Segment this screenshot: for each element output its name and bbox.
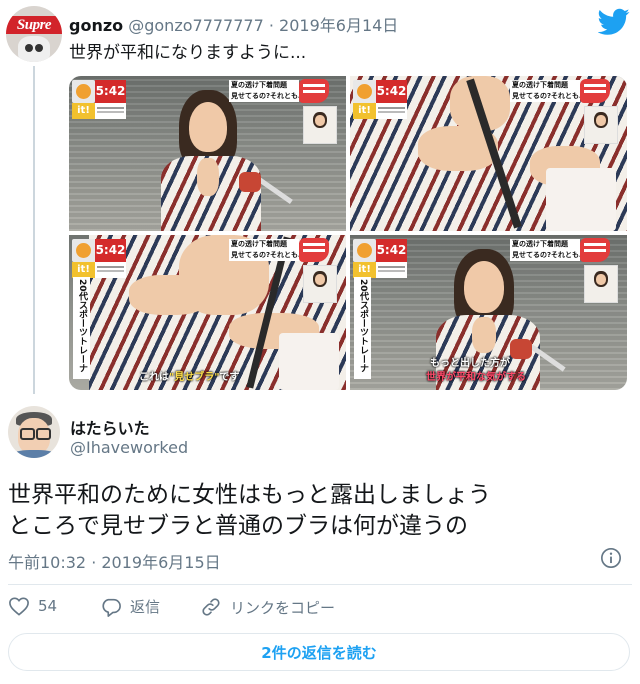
quoted-tweet-header: gonzo @gonzo7777777 · 2019年6月14日 (69, 12, 398, 36)
main-tweet-timestamp[interactable]: 午前10:32 · 2019年6月15日 (8, 549, 221, 573)
main-tweet-text-line1: 世界平和のために女性はもっと露出しましょう (8, 482, 491, 508)
weather-widget (95, 262, 126, 278)
reply-button[interactable]: 返信 (100, 596, 160, 617)
avatar-logo-text: Supre (6, 16, 62, 34)
channel-logo (353, 80, 376, 103)
subtitle: これは"見せブラ"です (139, 368, 239, 383)
channel-logo (72, 80, 95, 103)
topic-caption-line1: 夏の透け下着問題 (512, 240, 568, 248)
quoted-tweet-text: 世界が平和になりますように... (69, 43, 307, 63)
interviewee-banner: 20代スポーツトレーナー (354, 277, 371, 379)
program-badge: it! (353, 262, 376, 278)
reply-label: 返信 (130, 598, 161, 616)
broadcast-time: 5:42 (95, 239, 126, 262)
subtitle-highlight: "見せブラ" (169, 372, 220, 383)
main-tweet-display-name[interactable]: はたらいた (70, 415, 150, 439)
corner-tag (580, 79, 610, 103)
topic-caption-line2: 見せてるの?それとも…? (231, 92, 299, 100)
channel-logo (72, 239, 95, 262)
quoted-tweet-display-name[interactable]: gonzo (69, 16, 123, 35)
like-count: 54 (38, 597, 58, 615)
corner-tag (299, 79, 329, 103)
person-hand (129, 275, 209, 315)
topic-caption-line2: 見せてるの?それとも…? (512, 251, 580, 259)
separator-dot: · (268, 16, 274, 35)
topic-caption-line1: 夏の透け下着問題 (231, 240, 287, 248)
topic-caption-line1: 夏の透け下着問題 (231, 81, 287, 89)
heart-icon (9, 597, 29, 616)
quoted-tweet-handle[interactable]: @gonzo7777777 (128, 16, 264, 35)
inset-picture (303, 265, 337, 303)
topic-caption: 夏の透け下着問題 見せてるの?それとも…? (229, 239, 299, 261)
media-grid: 5:42 it! 夏の透け下着問題 見せてるの?それとも…? 5:42 it! … (69, 76, 627, 390)
broadcast-time: 5:42 (376, 80, 407, 103)
twitter-bird-icon[interactable] (598, 8, 630, 36)
shopping-bag (546, 168, 616, 231)
program-badge: it! (72, 103, 95, 119)
channel-logo (353, 239, 376, 262)
corner-tag (580, 238, 610, 262)
avatar-shirt (12, 450, 56, 458)
person-face (189, 102, 227, 152)
microphone (239, 172, 261, 192)
program-badge: it! (353, 103, 376, 119)
subtitle-post: です (219, 372, 240, 383)
main-tweet-handle[interactable]: @Ihaveworked (70, 438, 188, 457)
topic-caption-line2: 見せてるの?それとも…? (231, 251, 299, 259)
copy-link-button[interactable]: リンクをコピー (200, 596, 335, 618)
person-face (464, 261, 504, 313)
broadcast-time: 5:42 (95, 80, 126, 103)
main-tweet-text-line2: ところで見せブラと普通のブラは何が違うの (8, 513, 468, 539)
inset-picture (584, 106, 618, 144)
topic-caption: 夏の透け下着問題 見せてるの?それとも…? (510, 239, 580, 261)
link-icon (202, 598, 220, 616)
topic-caption-line2: 見せてるの?それとも…? (512, 92, 580, 100)
avatar-glasses-left (20, 428, 35, 440)
main-tweet-avatar[interactable] (8, 406, 60, 458)
topic-caption-line1: 夏の透け下着問題 (512, 81, 568, 89)
media-image-3[interactable]: 5:42 it! 夏の透け下着問題 見せてるの?それとも…? 20代スポーツトレ… (69, 235, 346, 390)
media-image-2[interactable]: 5:42 it! 夏の透け下着問題 見せてるの?それとも…? (350, 76, 627, 231)
broadcast-time: 5:42 (376, 239, 407, 262)
inset-picture (303, 106, 337, 144)
weather-widget (376, 103, 407, 119)
weather-widget (95, 103, 126, 119)
avatar-glasses-right (36, 428, 51, 440)
info-icon[interactable] (600, 547, 622, 569)
quoted-tweet-avatar[interactable]: Supre (6, 6, 62, 62)
subtitle-line1: もっと出した方が (430, 358, 510, 369)
avatar-skull-graphic (18, 36, 50, 62)
subtitle-line2: 世界が平和な気がする (426, 372, 526, 383)
corner-tag (299, 238, 329, 262)
interviewee-banner: 20代スポーツトレーナー (73, 277, 90, 379)
topic-caption: 夏の透け下着問題 見せてるの?それとも…? (510, 80, 580, 102)
program-badge: it! (72, 262, 95, 278)
person-chest (472, 317, 496, 353)
weather-widget (376, 262, 407, 278)
main-tweet-text: 世界平和のために女性はもっと露出しましょう ところで見せブラと普通のブラは何が違… (8, 480, 491, 542)
person-chest (197, 158, 219, 196)
subtitle-pre: これは (139, 372, 169, 383)
media-image-1[interactable]: 5:42 it! 夏の透け下着問題 見せてるの?それとも…? (69, 76, 346, 231)
thread-connector-line (33, 66, 35, 394)
read-replies-button[interactable]: 2件の返信を読む (8, 633, 630, 671)
topic-caption: 夏の透け下着問題 見せてるの?それとも…? (229, 80, 299, 102)
quoted-tweet-date[interactable]: 2019年6月14日 (279, 16, 398, 35)
shopping-bag (279, 333, 339, 390)
reply-bubble-icon (102, 598, 121, 617)
media-image-4[interactable]: 5:42 it! 夏の透け下着問題 見せてるの?それとも…? 20代スポーツトレ… (350, 235, 627, 390)
microphone (510, 339, 532, 359)
inset-picture (584, 265, 618, 303)
divider (8, 584, 632, 585)
copy-link-label: リンクをコピー (230, 598, 336, 617)
like-button[interactable]: 54 (8, 596, 57, 616)
